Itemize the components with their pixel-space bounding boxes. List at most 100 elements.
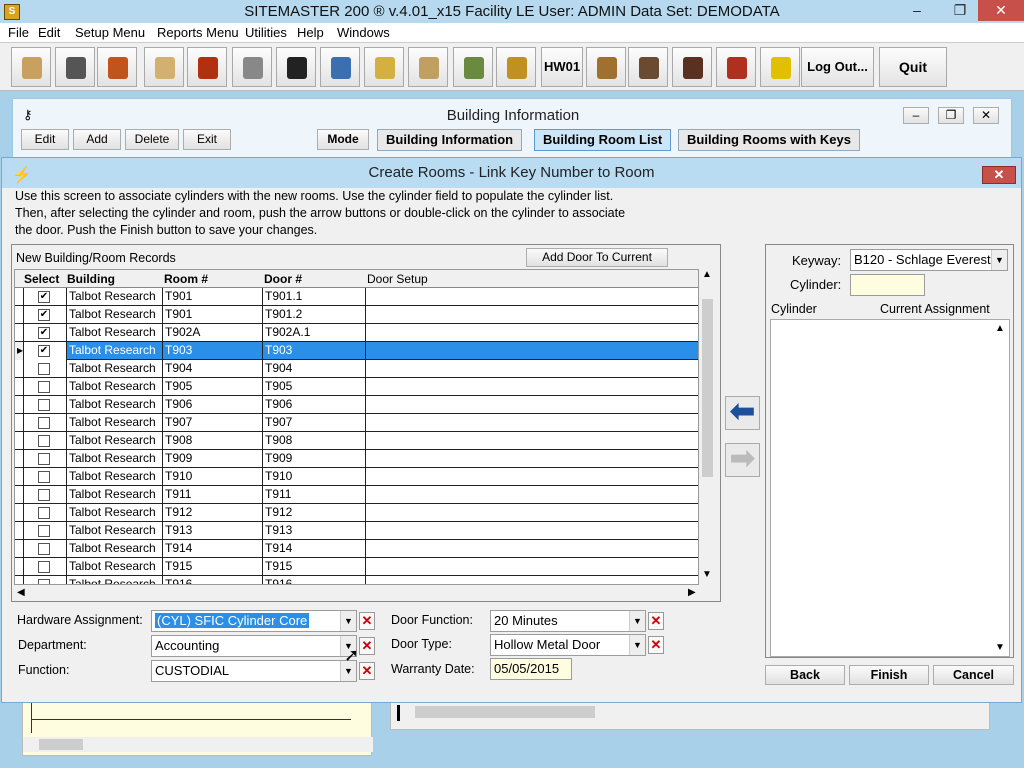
hw01-button[interactable]: HW01 <box>541 47 583 87</box>
table-row[interactable]: ✔ Talbot Research T901 T901.1 <box>15 288 698 306</box>
clear-door-function-button[interactable]: ✕ <box>648 612 664 630</box>
keys-bundle-button[interactable] <box>453 47 493 87</box>
table-row[interactable]: ✔ Talbot Research T901 T901.2 <box>15 306 698 324</box>
select-checkbox[interactable] <box>38 579 50 584</box>
add-door-button[interactable]: Add Door To Current Room <box>526 248 668 281</box>
grid-vscroll[interactable]: ▲ ▼ <box>700 269 715 585</box>
select-checkbox[interactable] <box>38 363 50 375</box>
menu-reports[interactable]: Reports Menu <box>157 25 239 40</box>
select-checkbox[interactable] <box>38 417 50 429</box>
col-building[interactable]: Building <box>67 272 115 286</box>
select-checkbox[interactable]: ✔ <box>38 327 50 339</box>
table-row[interactable]: Talbot Research T913 T913 <box>15 522 698 540</box>
bi-edit-button[interactable]: Edit <box>21 129 69 150</box>
chevron-down-icon[interactable]: ▼ <box>340 611 356 631</box>
keyway-combo[interactable]: B120 - Schlage Everest ▼ <box>850 249 1008 271</box>
org-chart-button[interactable] <box>320 47 360 87</box>
scroll-down-icon[interactable]: ▼ <box>702 569 712 580</box>
warranty-date-field[interactable]: 05/05/2015 <box>490 658 572 680</box>
table-row[interactable]: Talbot Research T916 T916 <box>15 576 698 584</box>
bi-delete-button[interactable]: Delete <box>125 129 179 150</box>
col-select[interactable]: Select <box>24 272 59 286</box>
cylinder-list[interactable]: ▲ ▼ <box>770 319 1010 657</box>
scroll-right-icon[interactable]: ▶ <box>688 587 696 598</box>
unassociate-arrow-button[interactable]: ➡ <box>725 443 760 477</box>
scroll-down-icon[interactable]: ▼ <box>995 642 1005 653</box>
building-button[interactable] <box>11 47 51 87</box>
tab-building-information[interactable]: Building Information <box>377 129 523 151</box>
table-row[interactable]: Talbot Research T915 T915 <box>15 558 698 576</box>
col-door-setup[interactable]: Door Setup <box>367 272 428 286</box>
background-hscroll[interactable] <box>23 737 373 752</box>
select-checkbox[interactable] <box>38 489 50 501</box>
handshake-button[interactable] <box>628 47 668 87</box>
select-checkbox[interactable]: ✔ <box>38 291 50 303</box>
finish-button[interactable]: Finish <box>849 665 929 685</box>
table-row[interactable]: Talbot Research T905 T905 <box>15 378 698 396</box>
table-row[interactable]: Talbot Research T914 T914 <box>15 540 698 558</box>
select-checkbox[interactable] <box>38 435 50 447</box>
scroll-up-icon[interactable]: ▲ <box>702 269 712 280</box>
table-row[interactable]: Talbot Research T910 T910 <box>15 468 698 486</box>
table-row[interactable]: Talbot Research T911 T911 <box>15 486 698 504</box>
menu-help[interactable]: Help <box>297 25 324 40</box>
scroll-up-icon[interactable]: ▲ <box>995 323 1005 334</box>
floorplan-button[interactable] <box>55 47 95 87</box>
select-checkbox[interactable] <box>38 381 50 393</box>
emergency-button[interactable] <box>716 47 756 87</box>
background-scroll-thumb[interactable] <box>415 706 595 718</box>
menu-setup[interactable]: Setup Menu <box>75 25 145 40</box>
chevron-down-icon[interactable]: ▼ <box>629 635 645 655</box>
table-row[interactable]: Talbot Research T904 T904 <box>15 360 698 378</box>
mode-button[interactable]: Mode <box>317 129 369 150</box>
coin-button[interactable] <box>364 47 404 87</box>
padlock-button[interactable] <box>496 47 536 87</box>
hardware-combo[interactable]: (CYL) SFIC Cylinder Core ▼ <box>151 610 357 632</box>
dialog-close-button[interactable]: ✕ <box>982 166 1016 184</box>
menu-file[interactable]: File <box>8 25 29 40</box>
select-checkbox[interactable]: ✔ <box>38 309 50 321</box>
bi-minimize-button[interactable]: – <box>903 107 929 124</box>
menu-edit[interactable]: Edit <box>38 25 60 40</box>
table-row[interactable]: Talbot Research T907 T907 <box>15 414 698 432</box>
tab-building-rooms-with-keys[interactable]: Building Rooms with Keys <box>678 129 860 151</box>
price-tag-button[interactable] <box>144 47 184 87</box>
chevron-down-icon[interactable]: ▼ <box>991 250 1007 270</box>
bi-exit-button[interactable]: Exit <box>183 129 231 150</box>
table-row[interactable]: Talbot Research T909 T909 <box>15 450 698 468</box>
gears-button[interactable] <box>232 47 272 87</box>
select-checkbox[interactable] <box>38 399 50 411</box>
logout-button[interactable]: Log Out... <box>801 47 874 87</box>
department-combo[interactable]: Accounting ▼ <box>151 635 357 657</box>
bi-maximize-button[interactable]: ❐ <box>938 107 964 124</box>
select-checkbox[interactable] <box>38 507 50 519</box>
col-door[interactable]: Door # <box>264 272 302 286</box>
door-type-combo[interactable]: Hollow Metal Door ▼ <box>490 634 646 656</box>
lock-cylinder-button[interactable] <box>408 47 448 87</box>
factory-button[interactable] <box>187 47 227 87</box>
table-row[interactable]: Talbot Research T908 T908 <box>15 432 698 450</box>
grid-vscroll-thumb[interactable] <box>702 299 713 477</box>
cancel-button[interactable]: Cancel <box>933 665 1014 685</box>
select-checkbox[interactable] <box>38 561 50 573</box>
associate-arrow-button[interactable]: ⬅ <box>725 396 760 430</box>
door-function-combo[interactable]: 20 Minutes ▼ <box>490 610 646 632</box>
clear-function-button[interactable]: ✕ <box>359 662 375 680</box>
chevron-down-icon[interactable]: ▼ <box>629 611 645 631</box>
bi-close-button[interactable]: ✕ <box>973 107 999 124</box>
scroll-left-icon[interactable]: ◀ <box>17 587 25 598</box>
package-button[interactable] <box>586 47 626 87</box>
table-row[interactable]: ✔ Talbot Research T902A T902A.1 <box>15 324 698 342</box>
quit-button[interactable]: Quit <box>879 47 947 87</box>
user-photo-button[interactable] <box>672 47 712 87</box>
select-checkbox[interactable] <box>38 525 50 537</box>
clear-department-button[interactable]: ✕ <box>359 637 375 655</box>
table-row[interactable]: Talbot Research T912 T912 <box>15 504 698 522</box>
scroll-thumb[interactable] <box>39 739 83 750</box>
menu-utilities[interactable]: Utilities <box>245 25 287 40</box>
select-checkbox[interactable]: ✔ <box>38 345 50 357</box>
clear-hardware-button[interactable]: ✕ <box>359 612 375 630</box>
back-button[interactable]: Back <box>765 665 845 685</box>
window-close-button[interactable]: ✕ <box>978 0 1024 21</box>
help-button[interactable] <box>760 47 800 87</box>
